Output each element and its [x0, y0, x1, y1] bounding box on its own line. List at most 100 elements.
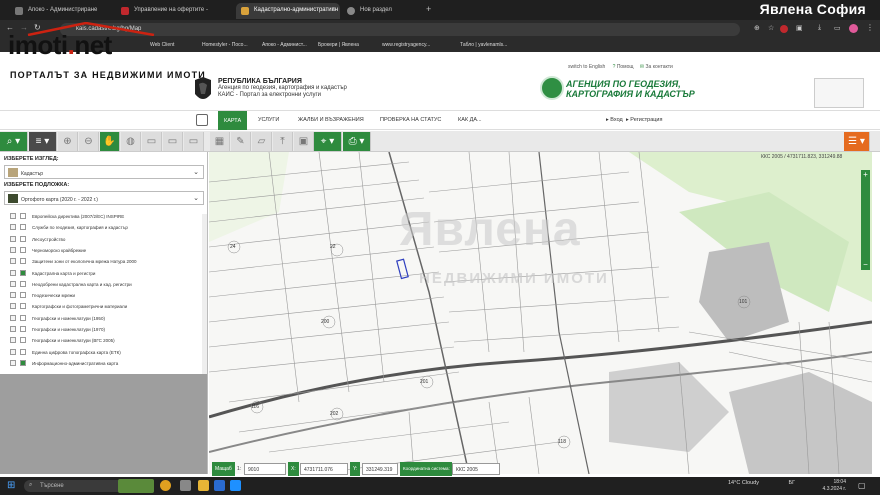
layer-item[interactable]: Служби по геодезия, картография и кадаст… — [2, 223, 206, 233]
browser-tab-active[interactable]: Кадастрално-административн ✕ — [236, 3, 340, 19]
scale-input[interactable]: 9010 — [244, 463, 286, 475]
bookmark-star-icon[interactable]: ☆ — [768, 24, 774, 32]
extension-icon[interactable] — [780, 25, 788, 33]
layer-checkbox[interactable] — [20, 348, 26, 355]
info-tool-button[interactable]: ▭ — [142, 132, 162, 151]
notifications-icon[interactable]: ▢ — [858, 481, 866, 490]
cadastral-map[interactable]: Явлена НЕДВИЖИМИ ИМОТИ 22 24 201 200 202… — [209, 152, 872, 474]
layer-checkbox[interactable] — [20, 235, 26, 242]
draw-tool-button[interactable]: ✎ — [231, 132, 251, 151]
widget-image[interactable] — [118, 479, 154, 493]
location-tool-button[interactable]: ⌖ ▾ — [314, 132, 342, 151]
full-extent-button[interactable]: ◍ — [121, 132, 141, 151]
x-input[interactable]: 4731711.076 — [300, 463, 348, 475]
profile-avatar[interactable] — [849, 24, 858, 33]
layer-item[interactable]: Черноморско крайбрежие — [2, 246, 206, 256]
expand-toggle[interactable] — [10, 359, 16, 366]
browser-tab[interactable]: Нов раздел — [342, 3, 422, 19]
bookmark-item[interactable]: Homestyler - Посо... — [202, 42, 248, 48]
layer-item[interactable]: Географски и номенклатури (ВГС 2005) — [2, 336, 206, 346]
mail-icon[interactable] — [214, 480, 225, 491]
weather-text[interactable]: 14°C Cloudy — [728, 480, 759, 486]
layer-item[interactable]: Лесоустройство — [2, 235, 206, 245]
layer-checkbox[interactable] — [20, 359, 26, 366]
zoom-slider[interactable]: + − — [861, 170, 870, 270]
expand-toggle[interactable] — [10, 314, 16, 321]
zoom-plus-icon[interactable]: + — [861, 170, 870, 180]
zoom-icon[interactable]: ⊕ — [754, 24, 760, 32]
layer-checkbox[interactable] — [20, 269, 26, 276]
zoom-track[interactable] — [861, 180, 870, 260]
nav-complaints[interactable]: ЖАЛБИ И ВЪЗРАЖЕНИЯ — [298, 117, 364, 123]
file-explorer-icon[interactable] — [198, 480, 209, 491]
layer-checkbox[interactable] — [20, 213, 26, 219]
layer-checkbox[interactable] — [20, 246, 26, 253]
zoom-in-button[interactable]: ⊕ — [58, 132, 78, 151]
layer-item[interactable]: Европейска директива (2007/2/ЕС) INSPIRE — [2, 212, 206, 222]
expand-toggle[interactable] — [10, 348, 16, 355]
y-input[interactable]: 331249.319 — [362, 463, 398, 475]
nav-services[interactable]: УСЛУГИ — [258, 117, 279, 123]
export-button[interactable]: ▣ — [294, 132, 314, 151]
layer-item[interactable]: Картографски и фотограметрични материали — [2, 302, 206, 312]
new-tab-icon[interactable]: + — [426, 4, 431, 14]
expand-toggle[interactable] — [10, 326, 16, 332]
layer-item[interactable]: Единна цифрова топографска карта (ЕТК) — [2, 348, 206, 358]
layer-item[interactable]: Географски и номенклатури (1970) — [2, 325, 206, 335]
select-tool-button[interactable]: ▦ — [210, 132, 230, 151]
extensions-puzzle-icon[interactable]: ▣ — [796, 24, 803, 32]
system-select[interactable]: ККС 2005 — [452, 463, 500, 475]
layer-checkbox[interactable] — [20, 303, 26, 310]
bookmark-item[interactable]: Апоко - Админист... — [262, 42, 307, 48]
layer-checkbox[interactable] — [20, 292, 26, 299]
layer-checkbox[interactable] — [20, 280, 26, 287]
expand-toggle[interactable] — [10, 213, 16, 219]
layer-item[interactable]: Географски и номенклатури (1950) — [2, 314, 206, 324]
layer-item[interactable]: Геодезически мрежи — [2, 291, 206, 301]
panel-scrollbar[interactable] — [202, 214, 207, 374]
expand-toggle[interactable] — [10, 269, 16, 276]
layers-tool-button[interactable]: ≡ ▾ — [29, 132, 57, 151]
register-link[interactable]: ▸ Регистрация — [626, 117, 662, 123]
view-select[interactable]: Кадастър ⌄ — [4, 165, 204, 179]
zoom-out-button[interactable]: ⊖ — [79, 132, 99, 151]
app-icon[interactable] — [230, 480, 241, 491]
side-panel-icon[interactable]: ▭ — [834, 24, 841, 32]
help-link[interactable]: Помощ — [617, 64, 634, 70]
windows-start-icon[interactable]: ⊞ — [7, 480, 15, 491]
expand-toggle[interactable] — [10, 280, 16, 287]
expand-toggle[interactable] — [10, 292, 16, 299]
task-view-icon[interactable] — [180, 480, 191, 491]
login-link[interactable]: ▸ Вход — [606, 117, 623, 123]
home-icon[interactable] — [196, 114, 208, 126]
browser-menu-icon[interactable]: ⋮ — [866, 23, 874, 32]
expand-toggle[interactable] — [10, 224, 16, 231]
browser-tab[interactable]: Апоко - Администриране — [10, 3, 114, 19]
bookmark-item[interactable]: Брокери | Явлена — [318, 42, 359, 48]
language-indicator[interactable]: БГ — [788, 480, 795, 486]
upload-button[interactable]: ⤒ — [273, 132, 293, 151]
nav-status-check[interactable]: ПРОВЕРКА НА СТАТУС — [380, 117, 441, 123]
layer-item[interactable]: Информационно-административна карта — [2, 359, 206, 369]
layer-item[interactable]: Неодобрени кадастрална карта и кад. реги… — [2, 280, 206, 290]
download-icon[interactable]: ⤓ — [818, 24, 821, 32]
zoom-minus-icon[interactable]: − — [861, 260, 870, 270]
layer-checkbox[interactable] — [20, 258, 26, 265]
search-tool-button[interactable]: ⌕ ▾ — [0, 132, 28, 151]
layer-item[interactable]: Кадастрална карта и регистри — [2, 269, 206, 279]
tool-button[interactable]: ▭ — [184, 132, 204, 151]
clock[interactable]: 18:04 4.3.2024 г. — [806, 479, 846, 493]
layer-checkbox[interactable] — [20, 326, 26, 332]
switch-language-link[interactable]: switch to English — [568, 64, 605, 70]
nav-how-to[interactable]: КАК ДА... — [458, 117, 482, 123]
bookmark-item[interactable]: www.registryagency... — [382, 42, 430, 48]
pan-button[interactable]: ✋ — [100, 132, 120, 151]
layer-checkbox[interactable] — [20, 224, 26, 231]
expand-toggle[interactable] — [10, 246, 16, 253]
nav-map[interactable]: КАРТА — [218, 111, 248, 130]
layer-checkbox[interactable] — [20, 314, 26, 321]
bookmark-item[interactable]: Табло | yavlenamls... — [460, 42, 507, 48]
legend-button[interactable]: ☰ ▾ — [844, 132, 870, 151]
base-select[interactable]: Ортофото карта (2020 г. - 2022 г.) ⌄ — [4, 191, 204, 205]
contact-link[interactable]: За контакти — [646, 64, 673, 70]
